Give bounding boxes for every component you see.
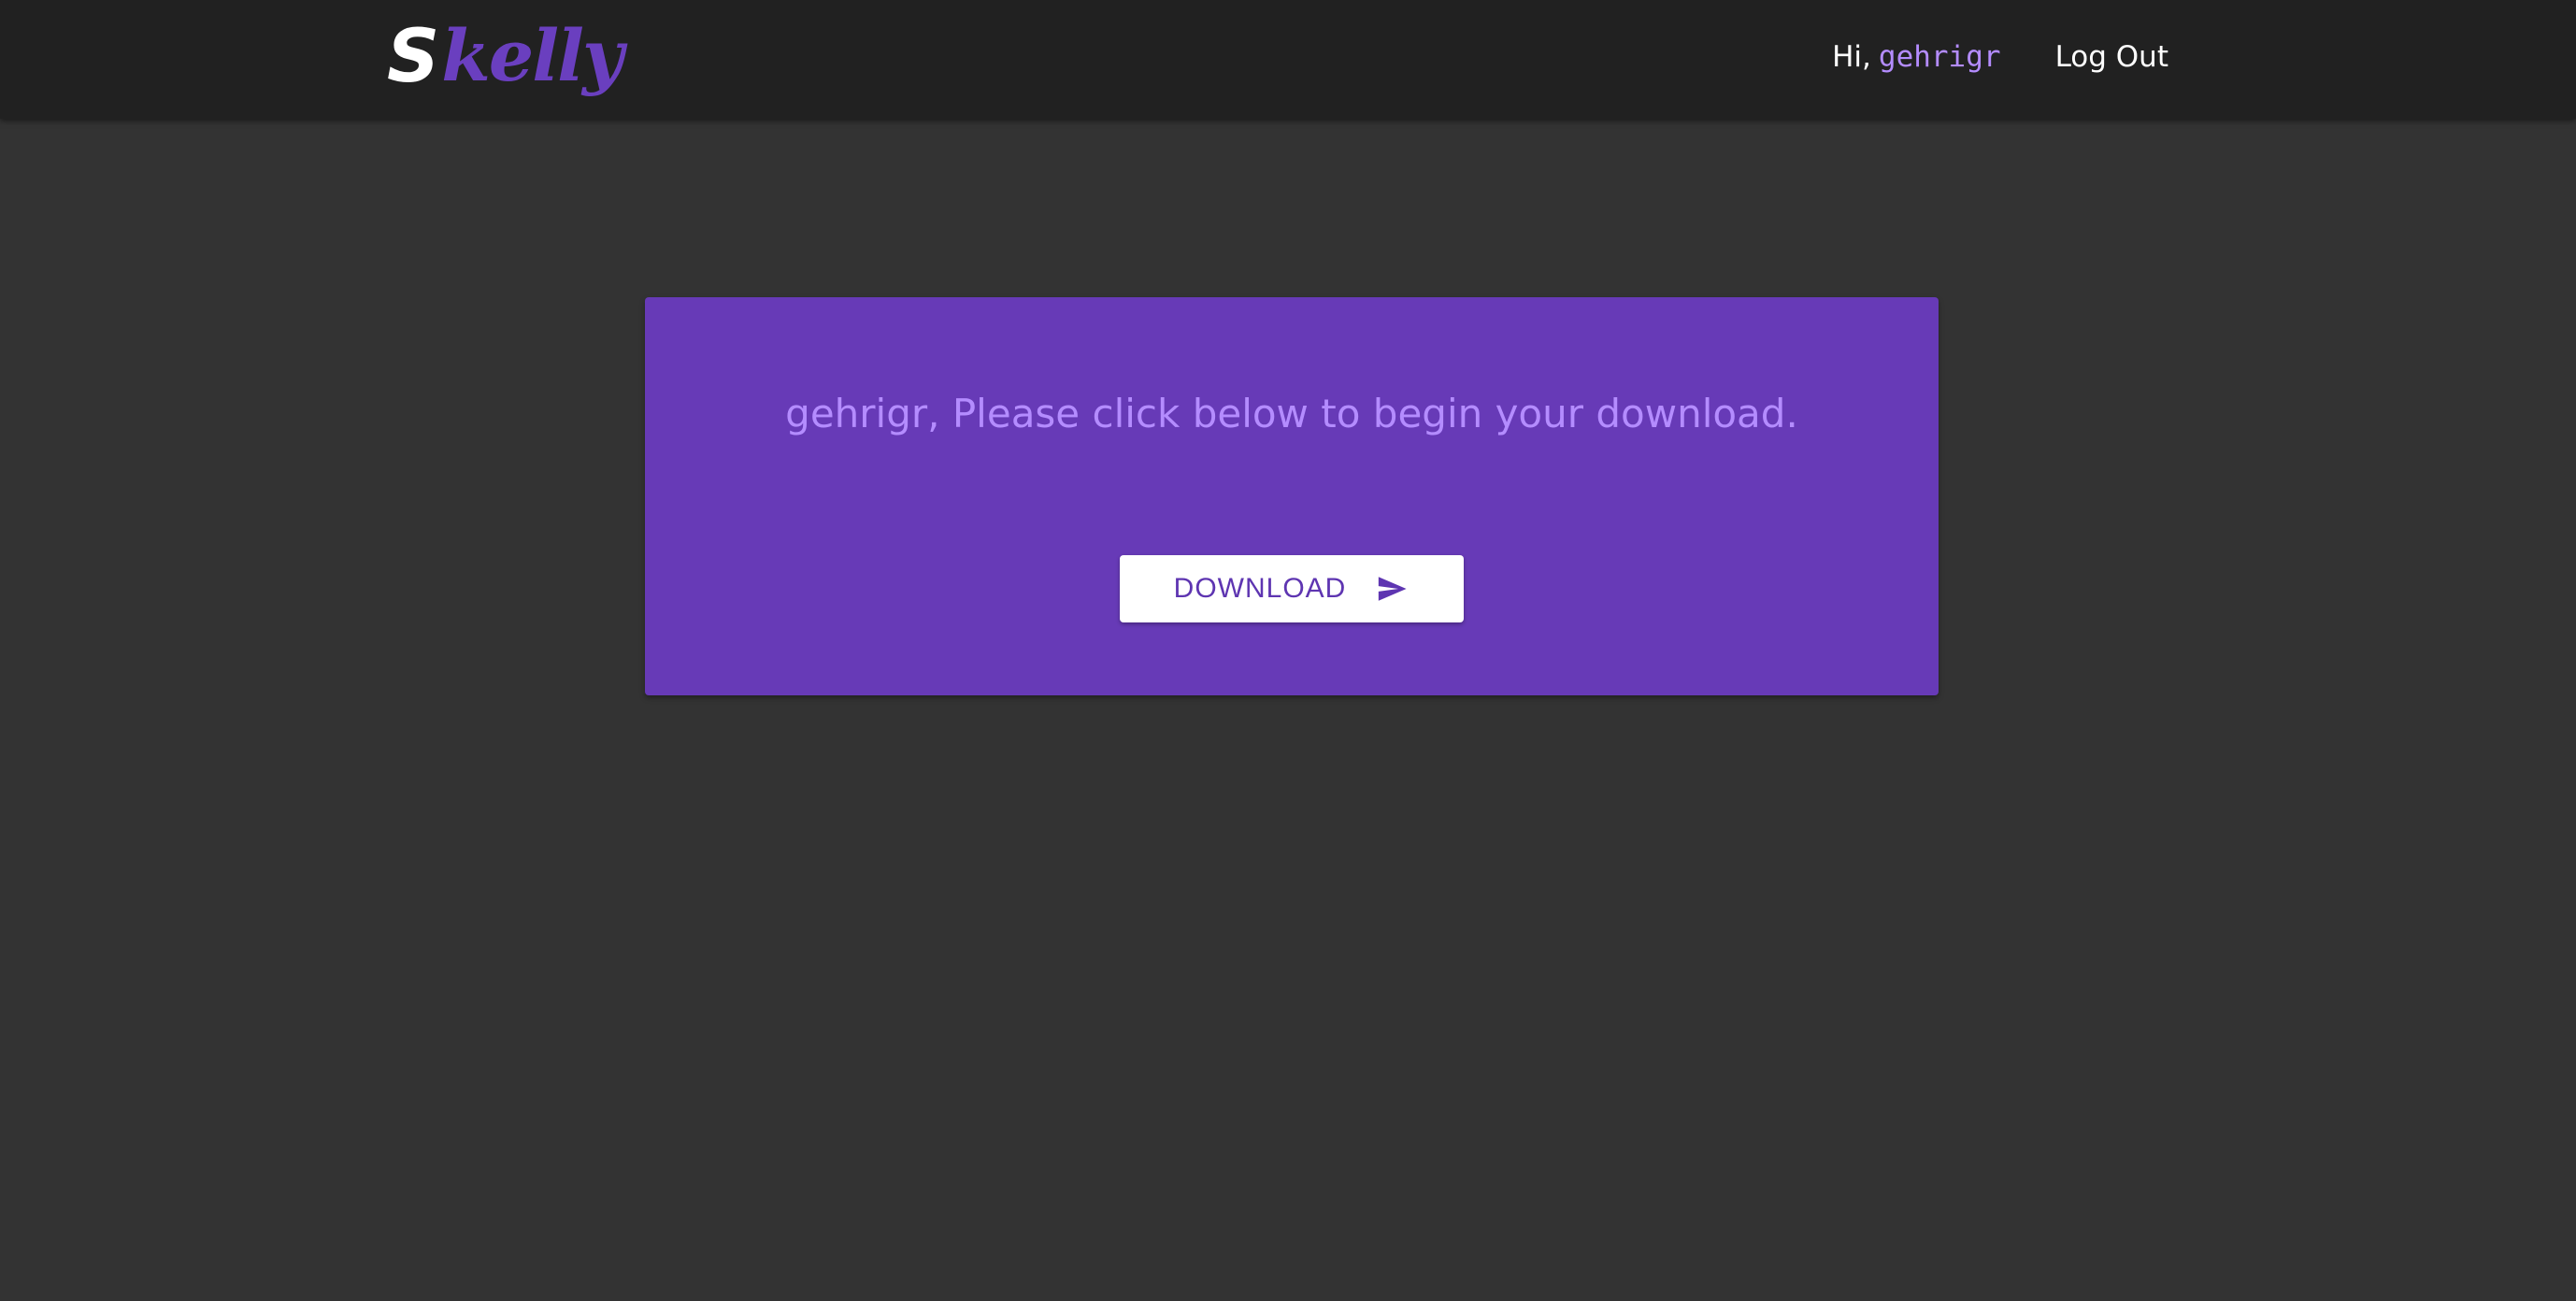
logo-wordmark: kelly [441, 14, 623, 97]
user-nav: Hi, gehrigr Log Out [1832, 0, 2168, 114]
logo-letter-s: S [387, 15, 440, 99]
download-button-label: DOWNLOAD [1173, 573, 1347, 604]
logout-link[interactable]: Log Out [2055, 40, 2168, 74]
user-greeting: Hi, gehrigr [1832, 40, 2000, 74]
download-button[interactable]: DOWNLOAD [1120, 555, 1464, 622]
top-navbar: S kelly Hi, gehrigr Log Out [0, 0, 2576, 119]
username: gehrigr [1878, 40, 2001, 74]
brand-logo[interactable]: S kelly [387, 14, 623, 112]
download-message: gehrigr, Please click below to begin you… [785, 391, 1798, 436]
greeting-text: Hi, [1832, 40, 1871, 74]
download-card: gehrigr, Please click below to begin you… [645, 297, 1939, 695]
send-icon [1379, 577, 1407, 601]
